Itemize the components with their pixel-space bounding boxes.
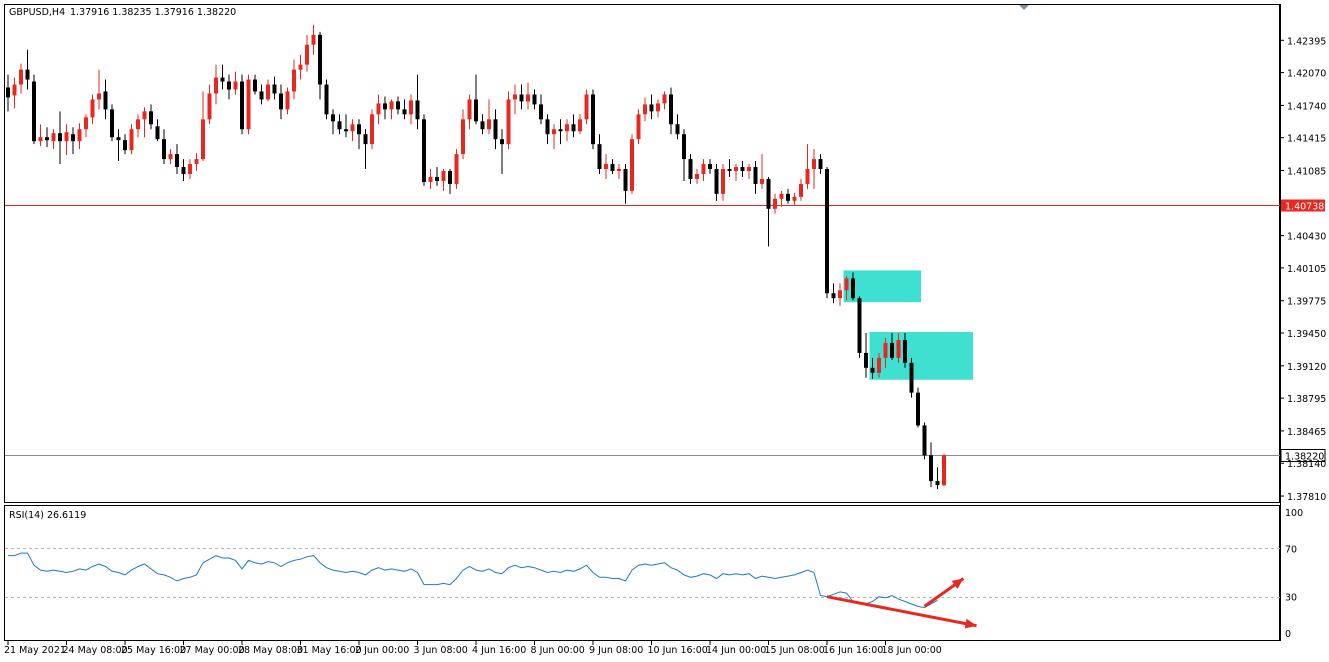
rsi-panel (4, 505, 1280, 641)
candle (909, 357, 914, 398)
price-tick-label: 1.39120 (1287, 362, 1326, 373)
time-tick-label: 15 Jun 08:00 (765, 645, 825, 656)
candle (246, 74, 251, 135)
symbol-header: GBPUSD,H4 (9, 7, 65, 18)
price-panel (4, 4, 1280, 503)
candle (825, 167, 829, 299)
price-tick-label: 1.39775 (1287, 297, 1326, 308)
price-tick-label: 1.42395 (1287, 36, 1326, 47)
candle (630, 134, 634, 194)
price-tick-label: 1.38140 (1287, 459, 1326, 470)
price-tick-label: 1.41740 (1287, 101, 1326, 112)
candle (942, 453, 946, 486)
time-tick-label: 18 Jun 00:00 (882, 645, 942, 656)
candle (422, 114, 426, 186)
candle (506, 91, 511, 150)
time-tick-label: 28 May 08:00 (238, 645, 303, 656)
time-tick-label: 10 Jun 16:00 (648, 645, 708, 656)
candle (324, 79, 329, 120)
price-tick-label: 1.40430 (1287, 232, 1326, 243)
candle (591, 89, 595, 150)
rsi-tick-label: 0 (1285, 629, 1291, 640)
rsi-tick-label: 100 (1285, 508, 1303, 519)
candle (110, 104, 114, 142)
rsi-header: RSI(14) 26.6119 (9, 510, 86, 521)
time-tick-label: 16 Jun 16:00 (823, 645, 883, 656)
candle (240, 74, 244, 135)
time-tick-label: 8 Jun 00:00 (531, 645, 585, 656)
candle (857, 296, 862, 358)
price-axis: 1.42395 1.42070 1.41740 1.41415 1.41085 1.404… (1280, 36, 1326, 503)
time-axis: 21 May 202124 May 08:0025 May 16:0027 Ma… (4, 641, 942, 656)
price-tick-label: 1.38795 (1287, 394, 1326, 405)
candle (370, 109, 374, 150)
price-tick-label: 1.37810 (1287, 492, 1326, 503)
highlight-zone-1 (843, 270, 921, 303)
rsi-tick-label: 70 (1285, 544, 1297, 555)
time-tick-label: 31 May 16:00 (297, 645, 362, 656)
price-tick-label: 1.40105 (1287, 264, 1326, 275)
rsi-axis: 100 70 30 0 (1285, 508, 1303, 640)
price-tick-label: 1.41415 (1287, 134, 1326, 145)
time-tick-label: 24 May 08:00 (63, 645, 128, 656)
chart-frame: 1.407381.38220 1.423951.420701.417401.41… (4, 4, 1326, 656)
time-tick-label: 2 Jun 00:00 (355, 645, 409, 656)
price-tick-label: 1.42070 (1287, 69, 1326, 80)
candle (584, 89, 589, 125)
time-tick-label: 14 Jun 00:00 (706, 645, 766, 656)
candle (32, 74, 36, 145)
time-tick-label: 9 Jun 08:00 (589, 645, 643, 656)
time-tick-label: 25 May 16:00 (121, 645, 186, 656)
time-tick-label: 3 Jun 08:00 (414, 645, 468, 656)
price-tick-label: 1.41085 (1287, 167, 1326, 178)
candle (916, 387, 920, 428)
rsi-tick-label: 30 (1285, 593, 1297, 604)
ohlc-header: 1.37916 1.38235 1.37916 1.38220 (70, 7, 236, 18)
hline-label-1: 1.40738 (1285, 202, 1324, 213)
candle (636, 109, 641, 145)
time-tick-label: 21 May 2021 (4, 645, 66, 656)
time-tick-label: 27 May 00:00 (180, 645, 245, 656)
price-tick-label: 1.38465 (1287, 427, 1326, 438)
price-tick-label: 1.39450 (1287, 329, 1326, 340)
candle (454, 149, 459, 189)
time-tick-label: 4 Jun 16:00 (472, 645, 526, 656)
candle (922, 422, 927, 460)
